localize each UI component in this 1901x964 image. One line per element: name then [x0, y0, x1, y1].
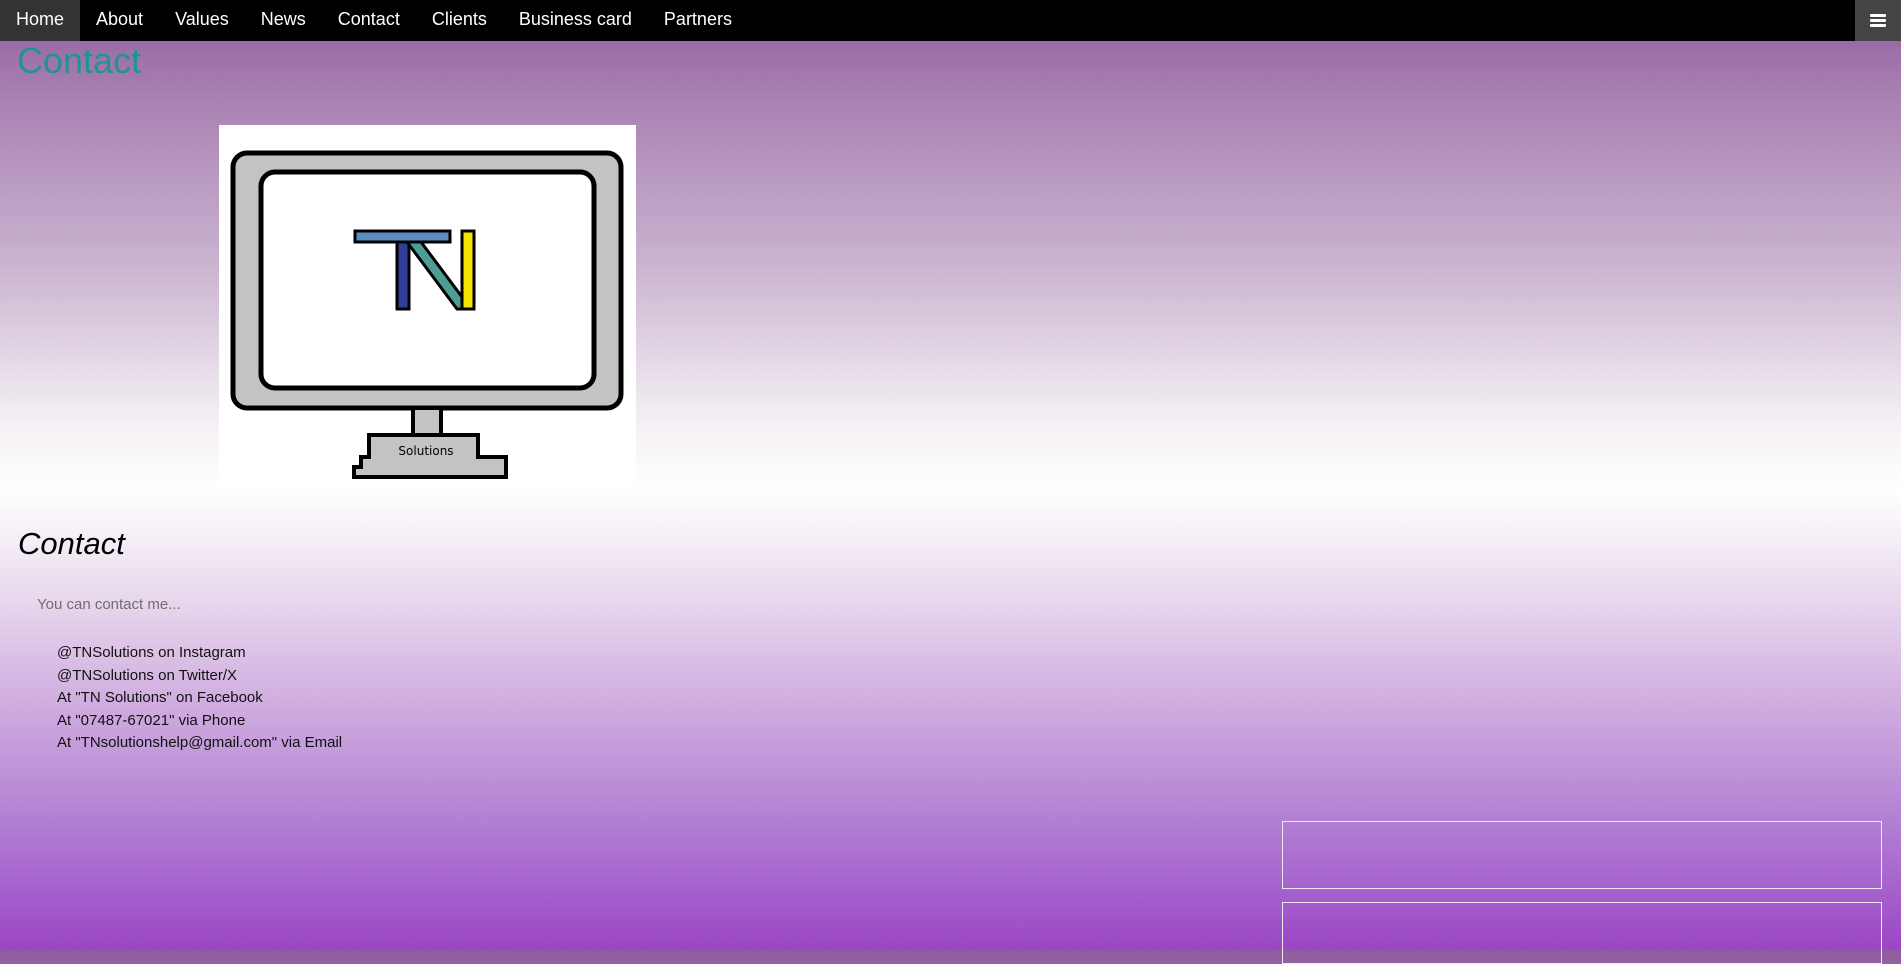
logo-caption: Solutions: [398, 444, 453, 458]
top-navigation: Home About Values News Contact Clients B…: [0, 0, 1901, 41]
contact-phone: At "07487-67021" via Phone: [57, 711, 246, 729]
contact-list: @TNSolutions on Instagram @TNSolutions o…: [57, 642, 342, 755]
nav-contact[interactable]: Contact: [322, 0, 416, 41]
nav-values[interactable]: Values: [159, 0, 245, 41]
contact-intro: You can contact me...: [37, 596, 181, 613]
nav-partners[interactable]: Partners: [648, 0, 748, 41]
contact-email: At "TNsolutionshelp@gmail.com" via Email: [57, 734, 343, 751]
contact-twitter: @TNSolutions on Twitter/X: [57, 666, 238, 684]
form-field-2[interactable]: [1282, 902, 1882, 964]
form-field-1[interactable]: [1282, 821, 1882, 889]
contact-instagram: @TNSolutions on Instagram: [57, 644, 246, 661]
section-heading: Contact: [18, 526, 125, 561]
nav-about[interactable]: About: [80, 0, 159, 41]
nav-home[interactable]: Home: [0, 0, 81, 41]
nav-clients[interactable]: Clients: [416, 0, 503, 41]
contact-facebook: At "TN Solutions" on Facebook: [57, 689, 263, 706]
page-title: Contact: [17, 40, 142, 81]
nav-news[interactable]: News: [245, 0, 322, 41]
nav-business-card[interactable]: Business card: [503, 0, 648, 41]
tn-solutions-logo: Solutions: [219, 125, 636, 490]
hamburger-menu-icon[interactable]: [1855, 0, 1901, 41]
